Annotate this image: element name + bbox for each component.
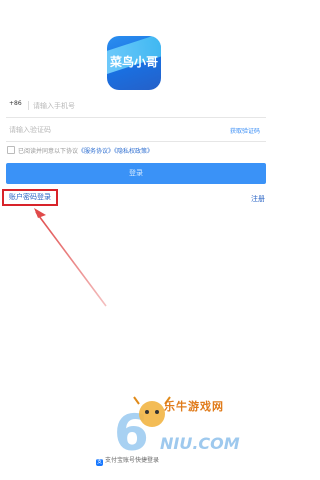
password-login-label: 账户密码登录 — [9, 193, 51, 201]
phone-field[interactable]: +86 — [6, 95, 266, 118]
alipay-icon: 支 — [96, 459, 103, 466]
arrow-shaft — [35, 211, 107, 307]
app-logo: 菜鸟小哥 — [107, 36, 161, 90]
phone-input[interactable] — [33, 98, 233, 114]
code-field[interactable]: 获取验证码 — [6, 119, 266, 142]
arrow-head — [34, 208, 46, 218]
agreement-row: 已阅读并同意以下协议《服务协议》《隐私权政策》 — [7, 146, 153, 156]
agreement-checkbox[interactable] — [7, 146, 15, 154]
watermark-title: 乐牛游戏网 — [164, 400, 224, 413]
privacy-policy-link[interactable]: 《隐私权政策》 — [114, 148, 153, 155]
agreement-text: 已阅读并同意以下协议 — [18, 148, 79, 155]
watermark-domain: NIU.COM — [160, 434, 240, 453]
password-login-link[interactable]: 账户密码登录 — [2, 189, 58, 206]
country-code-prefix[interactable]: +86 — [9, 100, 22, 107]
prefix-divider — [28, 101, 29, 110]
verification-code-input[interactable] — [9, 122, 189, 138]
login-button[interactable]: 登录 — [6, 163, 266, 184]
register-link[interactable]: 注册 — [251, 194, 265, 204]
get-code-button[interactable]: 获取验证码 — [230, 126, 260, 135]
alipay-login-label: 支付宝账号快捷登录 — [105, 457, 160, 464]
alipay-login-row[interactable]: 支支付宝账号快捷登录 — [96, 455, 160, 466]
logo-text: 菜鸟小哥 — [109, 55, 158, 69]
service-agreement-link[interactable]: 《服务协议》 — [78, 148, 114, 155]
